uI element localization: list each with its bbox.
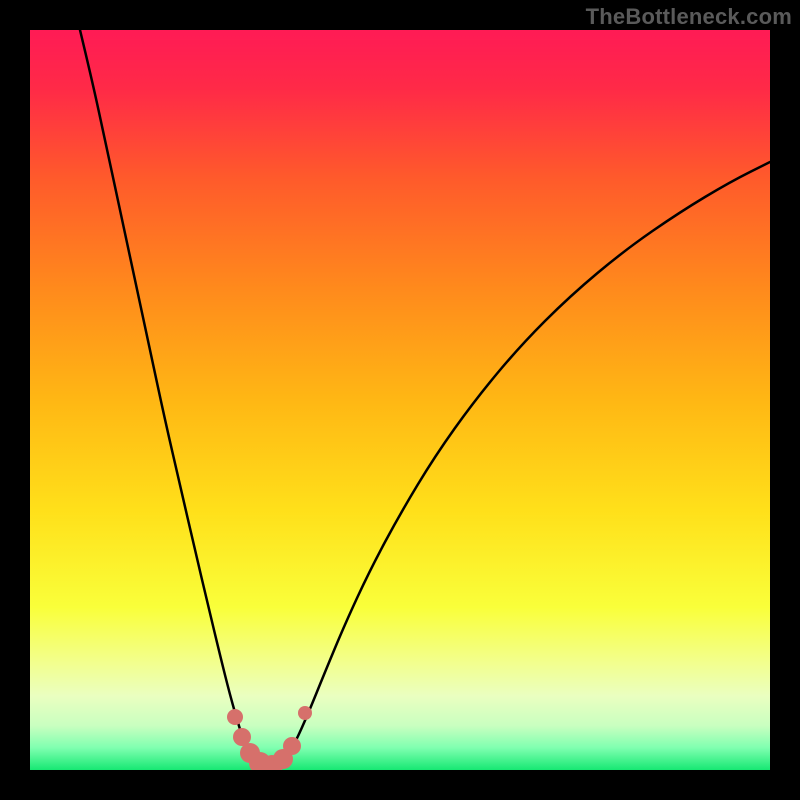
gradient-background (30, 30, 770, 770)
watermark-text: TheBottleneck.com (586, 4, 792, 30)
chart-frame: TheBottleneck.com (0, 0, 800, 800)
plot-area (30, 30, 770, 770)
marker-dot (283, 737, 301, 755)
chart-svg (30, 30, 770, 770)
marker-dot (298, 706, 312, 720)
marker-dot (227, 709, 243, 725)
